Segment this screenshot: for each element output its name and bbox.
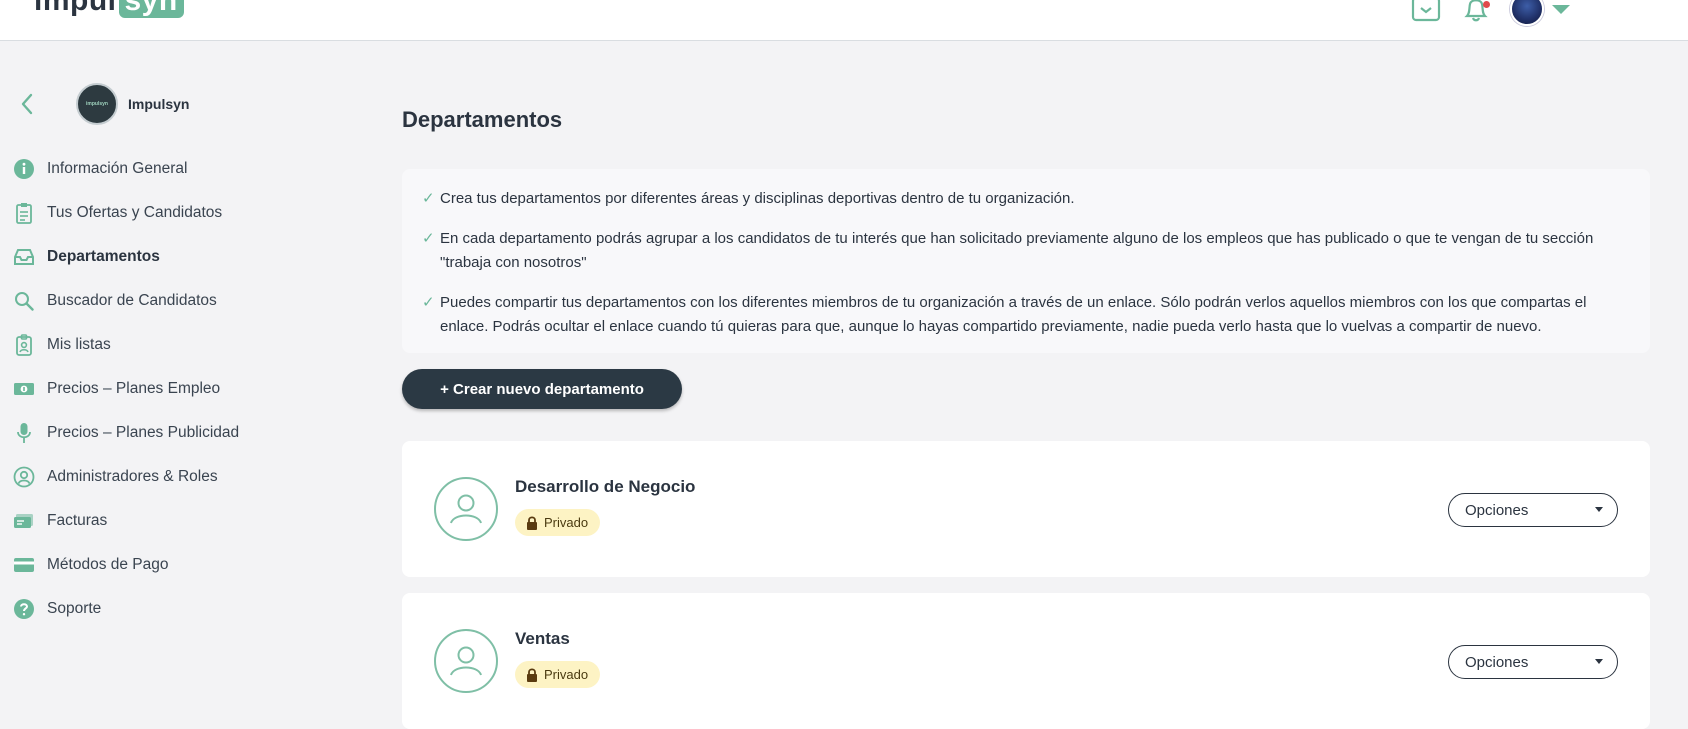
- user-icon: [450, 646, 482, 676]
- sidebar-menu: Información General Tus Ofertas y Candid…: [12, 147, 239, 631]
- org-avatar-text: impulsyn: [86, 101, 108, 107]
- org-avatar: impulsyn: [76, 83, 118, 125]
- badge-label: Privado: [544, 667, 589, 682]
- badge-label: Privado: [544, 515, 589, 530]
- department-name[interactable]: Desarrollo de Negocio: [515, 477, 695, 497]
- info-item: ✓ Puedes compartir tus departamentos con…: [422, 291, 1630, 339]
- search-icon: [12, 290, 36, 312]
- sidebar-item-ofertas[interactable]: Tus Ofertas y Candidatos: [12, 191, 239, 235]
- info-item: ✓ En cada departamento podrás agrupar a …: [422, 227, 1630, 275]
- check-icon: ✓: [422, 190, 435, 207]
- brand-logo[interactable]: impul syn: [34, 0, 184, 18]
- check-icon: ✓: [422, 230, 435, 247]
- sidebar-item-label: Departamentos: [47, 248, 160, 265]
- sidebar-item-mis-listas[interactable]: Mis listas: [12, 323, 239, 367]
- sidebar-item-facturas[interactable]: Facturas: [12, 499, 239, 543]
- department-card: Ventas Privado Opciones: [402, 593, 1650, 729]
- top-bar: impul syn: [0, 0, 1688, 41]
- sidebar-item-buscador[interactable]: Buscador de Candidatos: [12, 279, 239, 323]
- options-dropdown[interactable]: Opciones: [1448, 493, 1618, 527]
- create-department-button[interactable]: + Crear nuevo departamento: [402, 369, 682, 409]
- sidebar-item-label: Tus Ofertas y Candidatos: [47, 204, 223, 221]
- info-text: Crea tus departamentos por diferentes ár…: [440, 190, 1075, 207]
- info-text: En cada departamento podrás agrupar a lo…: [440, 230, 1594, 271]
- logo-text-part1: impul: [34, 0, 117, 17]
- sidebar: impulsyn Impulsyn Información General Tu…: [0, 41, 380, 720]
- sidebar-item-label: Métodos de Pago: [47, 556, 169, 573]
- sidebar-item-label: Soporte: [47, 600, 102, 617]
- sidebar-item-precios-empleo[interactable]: Precios – Planes Empleo: [12, 367, 239, 411]
- user-icon: [450, 494, 482, 524]
- user-avatar[interactable]: [1510, 0, 1544, 26]
- lock-icon: [526, 515, 538, 530]
- sidebar-item-label: Facturas: [47, 512, 108, 529]
- microphone-icon: [12, 422, 36, 444]
- org-header: impulsyn Impulsyn: [14, 83, 189, 125]
- info-icon: [12, 158, 36, 180]
- logo-text-part2: syn: [118, 0, 184, 18]
- info-text: Puedes compartir tus departamentos con l…: [440, 294, 1587, 335]
- notification-dot: [1483, 1, 1490, 8]
- sidebar-item-informacion-general[interactable]: Información General: [12, 147, 239, 191]
- caret-down-icon: [1595, 659, 1603, 664]
- info-item: ✓ Crea tus departamentos por diferentes …: [422, 187, 1630, 211]
- caret-down-icon: [1595, 507, 1603, 512]
- sidebar-item-label: Mis listas: [47, 336, 111, 353]
- page-title: Departamentos: [402, 107, 563, 132]
- inbox-icon: [12, 246, 36, 268]
- department-avatar[interactable]: [434, 629, 498, 693]
- status-badge: Privado: [515, 509, 601, 536]
- invoice-icon: [12, 510, 36, 532]
- sidebar-item-label: Buscador de Candidatos: [47, 292, 217, 309]
- sidebar-item-metodos-pago[interactable]: Métodos de Pago: [12, 543, 239, 587]
- check-icon: ✓: [422, 294, 435, 311]
- chevron-down-icon[interactable]: [1552, 4, 1570, 14]
- clipboard-icon: [12, 202, 36, 224]
- user-circle-icon: [12, 466, 36, 488]
- options-label: Opciones: [1465, 653, 1529, 671]
- badge-list-icon: [12, 334, 36, 356]
- options-label: Opciones: [1465, 501, 1529, 519]
- help-icon: [12, 598, 36, 620]
- info-box: ✓ Crea tus departamentos por diferentes …: [402, 169, 1650, 353]
- sidebar-item-administradores[interactable]: Administradores & Roles: [12, 455, 239, 499]
- department-avatar[interactable]: [434, 477, 498, 541]
- sidebar-item-departamentos[interactable]: Departamentos: [12, 235, 239, 279]
- money-icon: [12, 378, 36, 400]
- sidebar-item-soporte[interactable]: Soporte: [12, 587, 239, 631]
- sidebar-item-label: Información General: [47, 160, 188, 177]
- department-card: Desarrollo de Negocio Privado Opciones: [402, 441, 1650, 577]
- bell-icon[interactable]: [1460, 0, 1492, 22]
- lock-icon: [526, 667, 538, 682]
- sidebar-item-label: Precios – Planes Empleo: [47, 380, 221, 397]
- sidebar-item-label: Precios – Planes Publicidad: [47, 424, 240, 441]
- sidebar-item-label: Administradores & Roles: [47, 468, 218, 485]
- credit-card-icon: [12, 554, 36, 576]
- org-name: Impulsyn: [128, 96, 190, 112]
- status-badge: Privado: [515, 661, 601, 688]
- department-name[interactable]: Ventas: [515, 629, 570, 649]
- options-dropdown[interactable]: Opciones: [1448, 645, 1618, 679]
- back-button[interactable]: [14, 91, 40, 117]
- sidebar-item-precios-publicidad[interactable]: Precios – Planes Publicidad: [12, 411, 239, 455]
- top-actions: [1410, 0, 1570, 26]
- briefcase-icon[interactable]: [1410, 0, 1442, 22]
- user-menu[interactable]: [1510, 0, 1570, 26]
- chevron-left-icon: [21, 93, 33, 115]
